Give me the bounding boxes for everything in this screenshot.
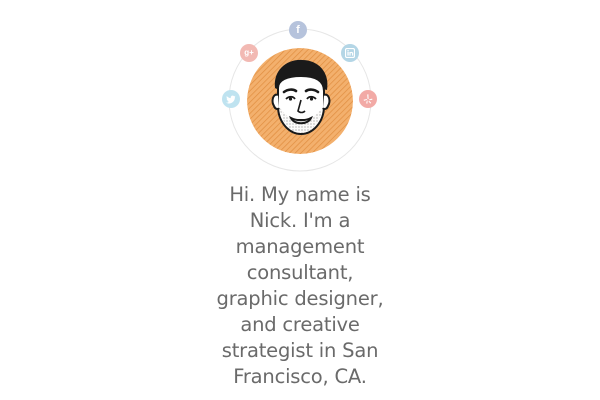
- twitter-link[interactable]: [222, 90, 240, 108]
- bio-line: graphic designer,: [216, 287, 384, 310]
- google-plus-link[interactable]: g+: [240, 44, 258, 62]
- bio-text: Hi. My name is Nick. I'm a management co…: [200, 182, 400, 390]
- google-plus-icon: g+: [244, 48, 254, 57]
- profile-hub: f g+: [220, 20, 380, 180]
- twitter-icon: [226, 95, 236, 103]
- page: f g+ Hi. My name is Nick. I'm a manageme…: [0, 0, 600, 400]
- bio-line: consultant,: [246, 261, 354, 284]
- bio-line: management: [235, 235, 365, 258]
- bio-line: Hi. My name is: [229, 183, 371, 206]
- bio-line: Nick. I'm a: [249, 209, 351, 232]
- facebook-icon: f: [296, 23, 300, 36]
- linkedin-link[interactable]: [341, 44, 359, 62]
- bio-line: Francisco, CA.: [233, 365, 367, 388]
- avatar: [247, 48, 353, 154]
- bio-line: strategist in San: [221, 339, 379, 362]
- yelp-icon: [363, 94, 373, 104]
- avatar-illustration: [247, 48, 353, 154]
- facebook-link[interactable]: f: [289, 21, 307, 39]
- linkedin-icon: [345, 48, 355, 58]
- bio-line: and creative: [240, 313, 360, 336]
- yelp-link[interactable]: [359, 90, 377, 108]
